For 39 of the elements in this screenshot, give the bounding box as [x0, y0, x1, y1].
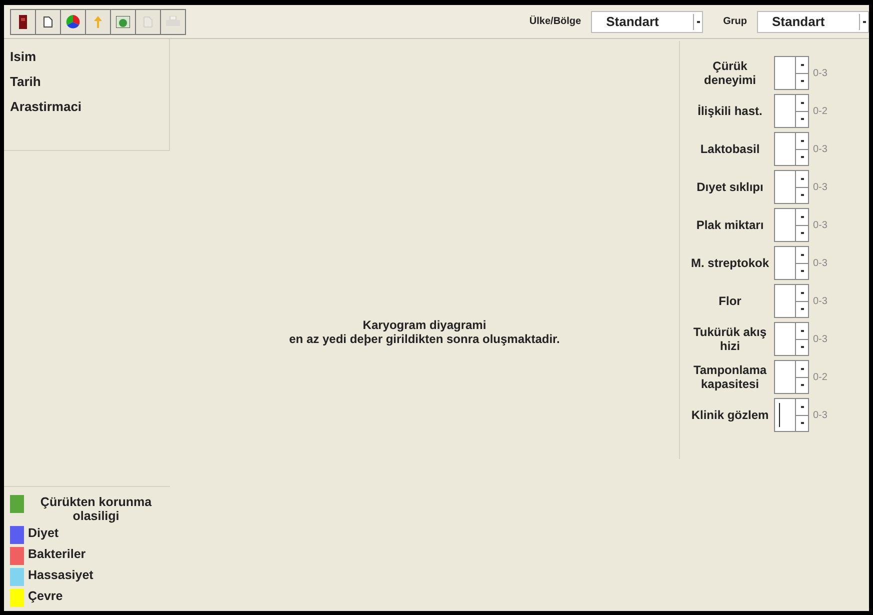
color-wheel-icon[interactable] — [60, 8, 86, 34]
range-hint: 0-3 — [813, 258, 828, 268]
range-hint: 0-3 — [813, 410, 828, 420]
info-label: Arastirmaci — [10, 99, 83, 114]
door-icon[interactable] — [10, 8, 36, 34]
legend-label: Diyet — [28, 526, 60, 540]
diagram-message: Karyogram diyagrami en az yedi deþer girildikten sonra oluşmaktadir. — [289, 318, 560, 346]
factor-label: Flor — [718, 294, 742, 308]
factor-label: Dıyet sıklıpı — [696, 180, 764, 194]
factor-label: Laktobasil — [699, 142, 761, 156]
range-hint: 0-2 — [813, 106, 828, 116]
range-hint: 0-3 — [813, 334, 828, 344]
caret-icon — [859, 14, 868, 30]
range-hint: 0-3 — [813, 220, 828, 230]
dropdown[interactable]: Standart — [591, 10, 704, 32]
factor-label: Tamponlama kapasitesi — [692, 363, 768, 391]
range-hint: 0-3 — [813, 182, 828, 192]
factor-label: Klinik gözlem — [690, 408, 770, 422]
factor-label: Çürük deneyimi — [702, 59, 758, 87]
caret-icon — [693, 14, 702, 30]
factor-label: M. streptokok — [690, 256, 770, 270]
factor-label: İlişkili hast. — [696, 104, 764, 118]
dropdown[interactable]: Standart — [757, 10, 869, 32]
range-hint: 0-3 — [813, 144, 828, 154]
legend-label: Bakteriler — [28, 547, 87, 561]
info-label: Tarih — [10, 74, 42, 89]
range-hint: 0-3 — [813, 296, 828, 306]
picture-icon[interactable] — [110, 8, 136, 34]
factor-label: Plak miktarı — [695, 218, 765, 232]
legend-label: Çürükten korunma olasiligi — [39, 495, 153, 523]
range-hint: 0-2 — [813, 372, 828, 382]
info-label: Isim — [10, 49, 38, 64]
page-icon[interactable] — [35, 8, 61, 34]
selector-label: Ülke/Bölge — [529, 16, 582, 27]
legend-label: Çevre — [28, 589, 64, 603]
factor-label: Tukürük akış hizi — [692, 325, 768, 353]
legend-label: Hassasiyet — [28, 568, 94, 582]
range-hint: 0-3 — [813, 68, 828, 78]
selector-label: Grup — [723, 16, 747, 27]
